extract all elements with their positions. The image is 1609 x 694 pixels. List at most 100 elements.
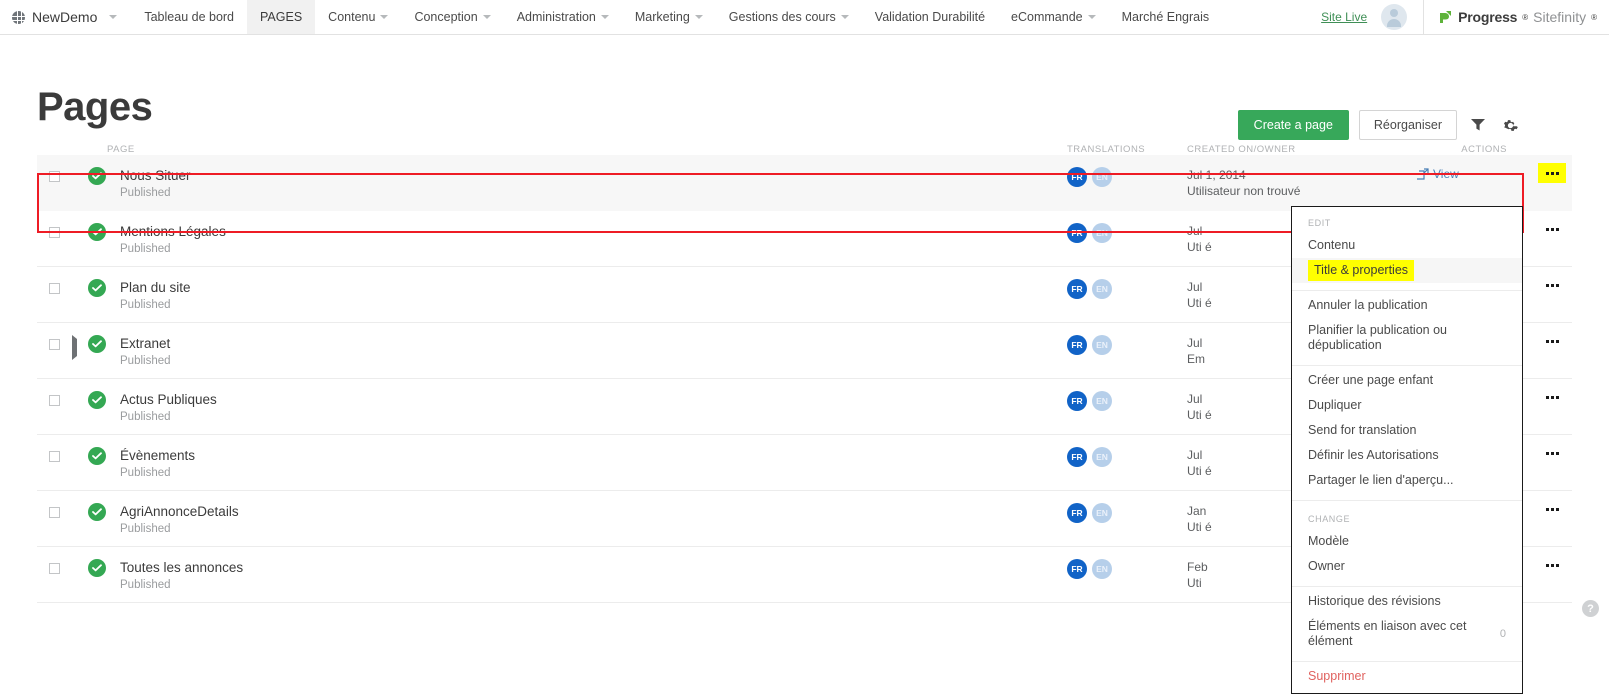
row-checkbox[interactable]	[49, 507, 60, 518]
dropdown-item-page-4[interactable]: Partager le lien d'aperçu...	[1292, 468, 1522, 493]
dropdown-item-page-2[interactable]: Send for translation	[1292, 418, 1522, 443]
row-actions-menu-button[interactable]	[1538, 331, 1566, 351]
row-actions-menu-button[interactable]	[1538, 219, 1566, 239]
row-actions-menu-button[interactable]	[1538, 275, 1566, 295]
row-expander[interactable]	[72, 339, 88, 357]
page-header: Pages Create a page Réorganiser	[0, 35, 1609, 135]
status-published-icon	[88, 447, 106, 465]
language-badge-en[interactable]: EN	[1092, 335, 1112, 355]
logo-trademark-icon-2: ®	[1591, 13, 1597, 22]
row-page-cell: Mentions LégalesPublished	[37, 223, 1067, 255]
chevron-down-icon	[483, 15, 491, 19]
dropdown-item-page-1[interactable]: Dupliquer	[1292, 393, 1522, 418]
row-translations-cell: FREN	[1067, 391, 1187, 411]
status-published-icon	[88, 279, 106, 297]
top-nav-right: Site Live Progress® Sitefinity®	[1321, 0, 1609, 34]
dropdown-item-publish-0[interactable]: Annuler la publication	[1292, 293, 1522, 318]
language-badge-en[interactable]: EN	[1092, 503, 1112, 523]
gear-icon[interactable]	[1499, 114, 1521, 136]
nav-item-label: Contenu	[328, 10, 375, 24]
dropdown-item-page-3[interactable]: Définir les Autorisations	[1292, 443, 1522, 468]
site-live-link[interactable]: Site Live	[1321, 10, 1381, 24]
page-name: Nous Situer	[120, 168, 191, 183]
main-menu: Tableau de bordPAGES Contenu ConceptionAdm…	[131, 0, 1222, 34]
nav-item-marketing[interactable]: Marketing	[622, 0, 716, 34]
nav-item-tableau-de-bord[interactable]: Tableau de bord	[131, 0, 247, 34]
table-row[interactable]: Nous SituerPublishedFRENJul 1, 2014Utili…	[37, 155, 1572, 211]
row-actions-cell	[1532, 547, 1572, 602]
language-badge-fr[interactable]: FR	[1067, 391, 1087, 411]
row-actions-menu-button[interactable]	[1538, 499, 1566, 519]
status-published-icon	[88, 223, 106, 241]
page-status: Published	[120, 467, 195, 479]
nav-item-administration[interactable]: Administration	[504, 0, 622, 34]
row-checkbox[interactable]	[49, 563, 60, 574]
dropdown-item-page-0[interactable]: Créer une page enfant	[1292, 368, 1522, 393]
nav-item-march-engrais[interactable]: Marché Engrais	[1109, 0, 1223, 34]
column-header-created: CREATED ON/OWNER	[1187, 144, 1417, 155]
progress-logo-icon	[1438, 10, 1453, 25]
language-badge-fr[interactable]: FR	[1067, 503, 1087, 523]
chevron-right-icon[interactable]	[72, 335, 77, 360]
row-actions-menu-button[interactable]	[1538, 163, 1566, 183]
nav-item-conception[interactable]: Conception	[401, 0, 503, 34]
globe-icon	[12, 11, 25, 24]
language-badge-fr[interactable]: FR	[1067, 279, 1087, 299]
dropdown-item-edit-1[interactable]: Title & properties	[1308, 260, 1414, 281]
row-actions-cell	[1532, 323, 1572, 378]
nav-item-ecommande[interactable]: eCommande	[998, 0, 1109, 34]
row-checkbox[interactable]	[49, 283, 60, 294]
progress-sitefinity-logo: Progress® Sitefinity®	[1424, 9, 1609, 25]
language-badge-en[interactable]: EN	[1092, 391, 1112, 411]
chevron-down-icon	[841, 15, 849, 19]
dropdown-item-edit-1-row[interactable]: Title & properties	[1292, 258, 1522, 283]
site-selector[interactable]: NewDemo	[0, 0, 131, 34]
chevron-down-icon	[695, 15, 703, 19]
filter-icon[interactable]	[1467, 114, 1489, 136]
site-name-label: NewDemo	[32, 9, 97, 25]
language-badge-en[interactable]: EN	[1092, 279, 1112, 299]
row-actions-menu-button[interactable]	[1538, 443, 1566, 463]
dropdown-item-edit-0[interactable]: Contenu	[1292, 233, 1522, 258]
dropdown-section-edit-label: EDIT	[1292, 207, 1522, 233]
help-icon[interactable]: ?	[1582, 600, 1599, 617]
language-badge-fr[interactable]: FR	[1067, 223, 1087, 243]
row-actions-menu-button[interactable]	[1538, 555, 1566, 575]
language-badge-fr[interactable]: FR	[1067, 447, 1087, 467]
nav-item-validation-durabilit[interactable]: Validation Durabilité	[862, 0, 998, 34]
language-badge-fr[interactable]: FR	[1067, 559, 1087, 579]
chevron-down-icon	[1088, 15, 1096, 19]
row-checkbox[interactable]	[49, 395, 60, 406]
row-checkbox[interactable]	[49, 171, 60, 182]
dropdown-item-change-label: Owner	[1308, 559, 1345, 574]
divider	[1292, 661, 1522, 662]
dropdown-item-history-0[interactable]: Historique des révisions	[1292, 589, 1522, 614]
page-name: Évènements	[120, 448, 195, 463]
view-link[interactable]: View	[1417, 167, 1459, 181]
language-badge-en[interactable]: EN	[1092, 223, 1112, 243]
language-badge-en[interactable]: EN	[1092, 167, 1112, 187]
dropdown-item-edit-label: Contenu	[1308, 238, 1355, 253]
nav-item-contenu[interactable]: Contenu	[315, 0, 401, 34]
dropdown-item-change-1[interactable]: Owner	[1292, 554, 1522, 579]
dropdown-item-publish-label: Annuler la publication	[1308, 298, 1428, 313]
avatar[interactable]	[1381, 4, 1407, 30]
row-name-block: Toutes les annoncesPublished	[120, 559, 243, 591]
language-badge-en[interactable]: EN	[1092, 559, 1112, 579]
dropdown-item-edit-label: Title & properties	[1314, 263, 1408, 277]
page-status: Published	[120, 187, 191, 199]
language-badge-en[interactable]: EN	[1092, 447, 1112, 467]
page-name: Mentions Légales	[120, 224, 226, 239]
row-actions-menu-button[interactable]	[1538, 387, 1566, 407]
nav-item-pages[interactable]: PAGES	[247, 0, 315, 34]
language-badge-fr[interactable]: FR	[1067, 167, 1087, 187]
dropdown-item-publish-1[interactable]: Planifier la publication ou dépublicatio…	[1292, 318, 1522, 358]
dropdown-item-change-0[interactable]: Modèle	[1292, 529, 1522, 554]
dropdown-item-history-1[interactable]: Éléments en liaison avec cet élément0	[1292, 614, 1522, 654]
row-checkbox[interactable]	[49, 451, 60, 462]
row-checkbox[interactable]	[49, 339, 60, 350]
row-checkbox[interactable]	[49, 227, 60, 238]
language-badge-fr[interactable]: FR	[1067, 335, 1087, 355]
dropdown-item-delete[interactable]: Supprimer	[1292, 664, 1522, 689]
nav-item-gestions-des-cours[interactable]: Gestions des cours	[716, 0, 862, 34]
